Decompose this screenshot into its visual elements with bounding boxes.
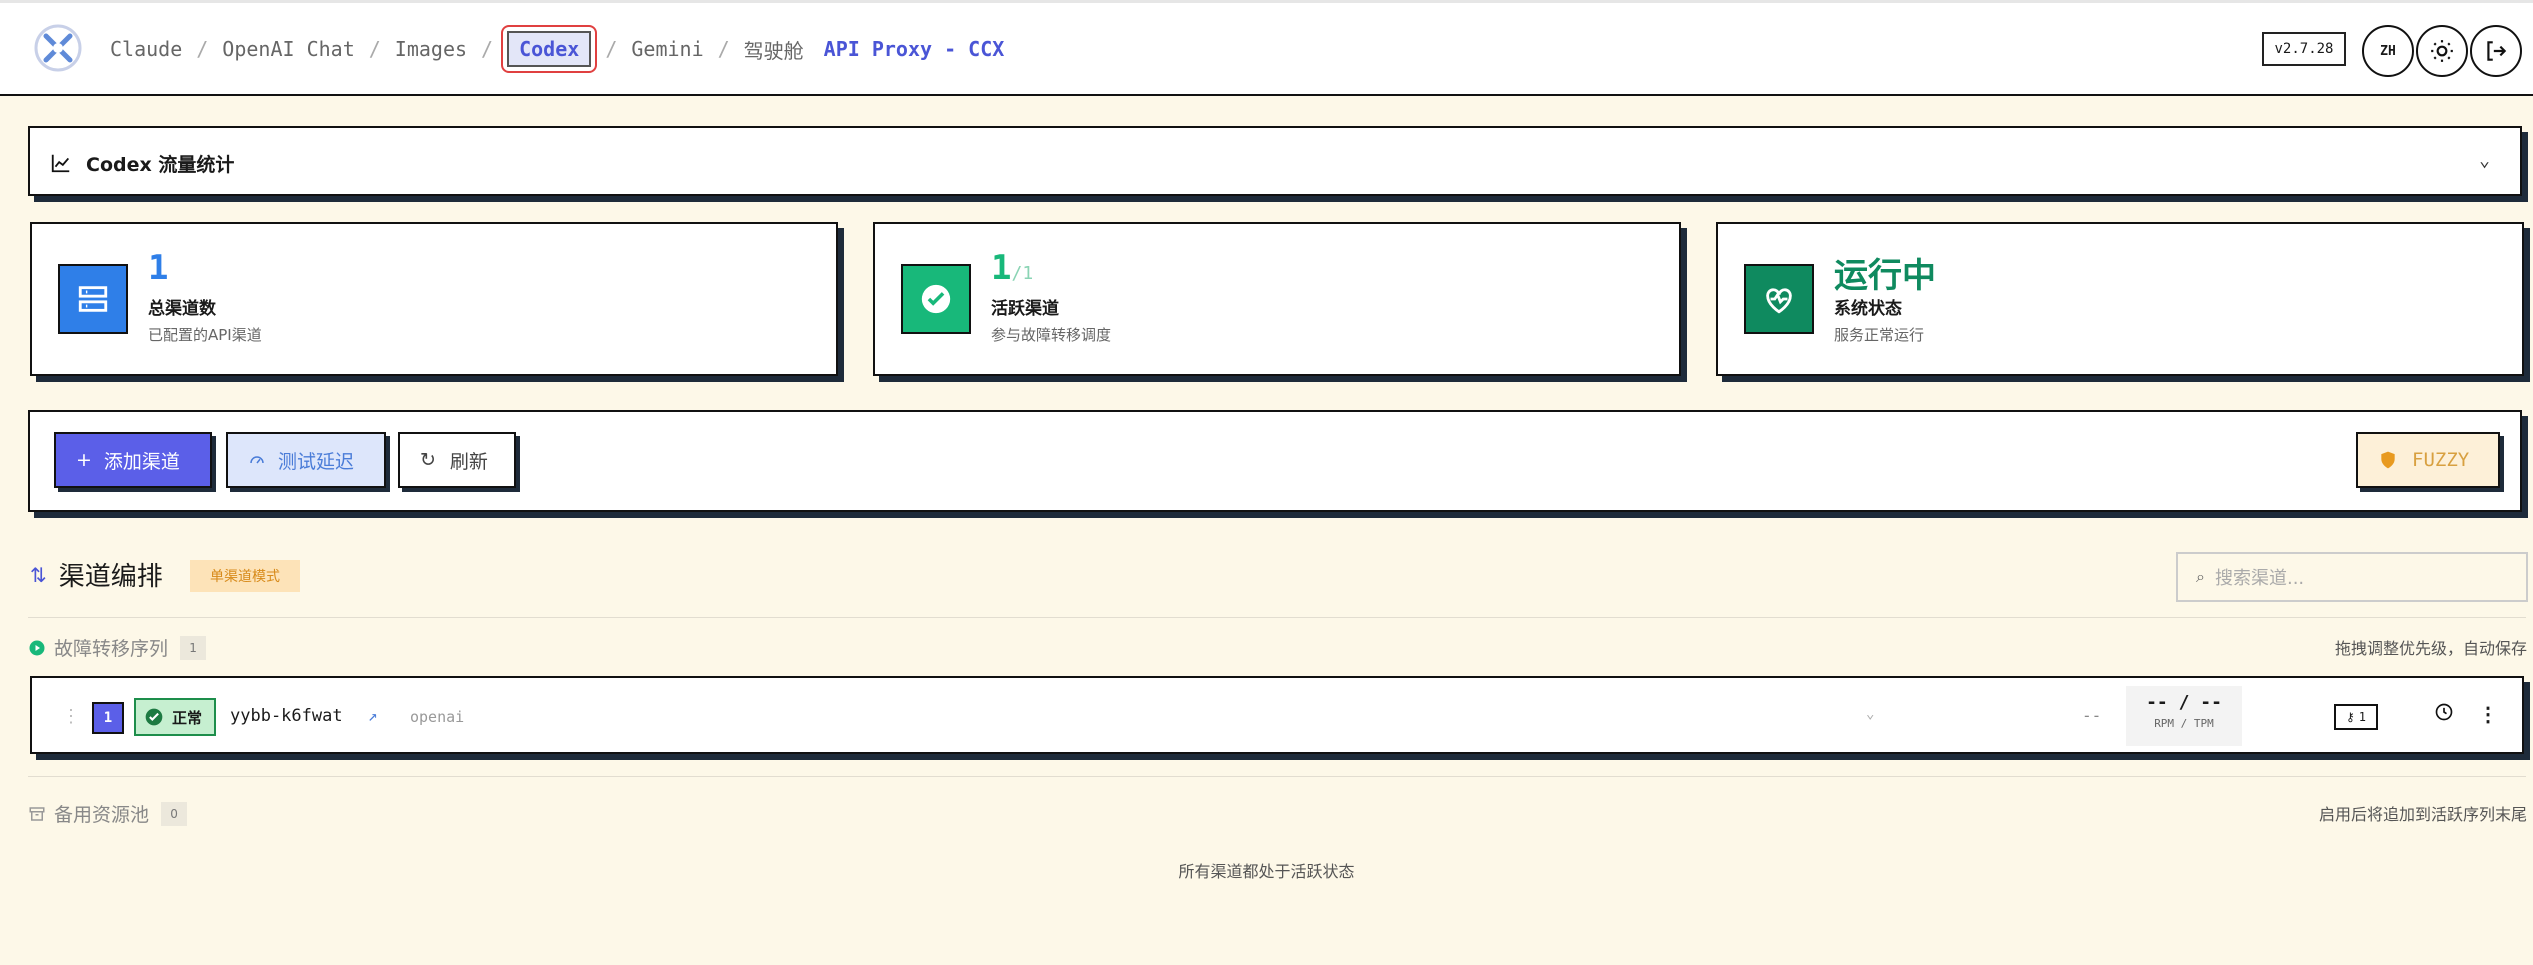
card-total-sub: 已配置的API渠道 [148, 326, 262, 344]
nav-openai-chat[interactable]: OpenAI Chat [222, 37, 354, 61]
divider [28, 776, 2526, 777]
archive-icon [29, 806, 45, 821]
app-logo[interactable] [32, 22, 84, 74]
failover-title: 故障转移序列 [54, 638, 169, 660]
gauge-icon [250, 456, 264, 464]
card-total-channels: 1 总渠道数 已配置的API渠道 [30, 222, 838, 376]
sun-icon [2431, 40, 2453, 62]
server-icon [58, 264, 128, 334]
nav-separator: / [481, 37, 494, 61]
key-icon: ⚷ [2345, 710, 2355, 724]
api-keys-badge[interactable]: ⚷ 1 [2334, 704, 2378, 730]
card-active-total: /1 [1011, 263, 1034, 284]
external-link-icon[interactable]: ↗ [368, 706, 378, 725]
fuzzy-mode-button[interactable]: FUZZY [2356, 432, 2500, 488]
failover-hint: 拖拽调整优先级，自动保存 [2334, 639, 2527, 658]
version-badge: v2.7.28 [2262, 32, 2346, 66]
shield-icon [2381, 451, 2395, 469]
history-icon[interactable] [2434, 702, 2454, 726]
status-text: 正常 [172, 708, 203, 727]
sort-arrows-icon: ⇅ [30, 562, 47, 587]
failover-heading: 故障转移序列 1 [28, 634, 207, 661]
backup-count: 0 [161, 801, 188, 826]
nav-images[interactable]: Images [395, 37, 467, 61]
search-placeholder: 搜索渠道... [2214, 568, 2305, 589]
fuzzy-label: FUZZY [2412, 449, 2470, 471]
traffic-stats-panel[interactable]: Codex 流量统计 ⌄ [28, 126, 2522, 196]
channel-row[interactable]: ⋮ 1 正常 yybb-k6fwat ↗ openai ⌄ -- -- / --… [30, 676, 2524, 754]
rate-value: -- / -- [2146, 692, 2222, 713]
language-toggle-button[interactable]: ZH [2362, 25, 2414, 77]
service-type: openai [410, 708, 465, 726]
latency-value: -- [2082, 706, 2102, 725]
mode-badge: 单渠道模式 [190, 560, 300, 592]
add-channel-label: 添加渠道 [103, 450, 180, 473]
section-heading: ⇅ 渠道编排 [30, 556, 163, 593]
refresh-icon: ↻ [420, 449, 436, 471]
nav-separator: / [605, 37, 618, 61]
channel-name[interactable]: yybb-k6fwat [230, 706, 343, 726]
nav-separator: / [196, 37, 209, 61]
test-latency-button[interactable]: 测试延迟 [226, 432, 386, 488]
traffic-stats-label: Codex 流量统计 [86, 154, 235, 176]
play-circle-icon [29, 640, 45, 655]
card-active-value: 1/1 [991, 248, 1033, 288]
divider [28, 617, 2526, 618]
theme-toggle-button[interactable] [2416, 25, 2468, 77]
heartbeat-icon [1744, 264, 1814, 334]
refresh-label: 刷新 [449, 450, 488, 473]
card-total-value: 1 [148, 248, 169, 288]
rate-metrics: -- / -- RPM / TPM [2126, 686, 2242, 746]
card-status-label: 系统状态 [1834, 299, 1902, 319]
logout-button[interactable] [2470, 25, 2522, 77]
add-channel-button[interactable]: + 添加渠道 [54, 432, 212, 488]
failover-count: 1 [180, 635, 207, 660]
nav-codex[interactable]: Codex [507, 31, 592, 67]
check-circle-icon [145, 708, 163, 726]
chevron-down-icon[interactable]: ⌄ [1866, 706, 1874, 722]
card-active-label: 活跃渠道 [991, 299, 1059, 319]
rate-label: RPM / TPM [2154, 717, 2214, 730]
search-input[interactable]: ⌕ 搜索渠道... [2176, 552, 2528, 602]
test-latency-label: 测试延迟 [278, 450, 355, 473]
backup-hint: 启用后将追加到活跃序列末尾 [2318, 805, 2527, 824]
more-menu-icon[interactable]: ⋮ [2478, 702, 2498, 726]
card-active-count: 1 [991, 248, 1012, 288]
app-title: API Proxy - CCX [823, 37, 1005, 61]
nav-separator: / [717, 37, 730, 61]
backup-heading: 备用资源池 0 [28, 800, 188, 827]
card-total-label: 总渠道数 [148, 299, 216, 319]
chevron-down-icon[interactable]: ⌄ [2479, 150, 2490, 171]
backup-title: 备用资源池 [54, 804, 150, 826]
section-title: 渠道编排 [58, 562, 163, 592]
nav-gemini[interactable]: Gemini [631, 37, 703, 61]
status-badge: 正常 [134, 698, 217, 736]
nav-separator: / [368, 37, 381, 61]
empty-state-text: 所有渠道都处于活跃状态 [1178, 862, 1355, 881]
card-active-channels: 1/1 活跃渠道 参与故障转移调度 [873, 222, 1681, 376]
nav-codex-highlight: Codex [501, 25, 598, 73]
api-keys-count: 1 [2358, 710, 2367, 724]
card-status-value: 运行中 [1834, 256, 1936, 296]
breadcrumb-nav: Claude / OpenAI Chat / Images / Codex / … [110, 25, 1005, 73]
card-status-sub: 服务正常运行 [1834, 326, 1925, 344]
logout-icon [2487, 41, 2507, 61]
chart-icon [51, 154, 70, 173]
search-icon: ⌕ [2196, 567, 2205, 586]
drag-handle-icon[interactable]: ⋮ [62, 706, 80, 727]
nav-cockpit[interactable]: 驾驶舱 [744, 35, 804, 64]
card-active-sub: 参与故障转移调度 [991, 326, 1112, 344]
plus-icon: + [76, 449, 92, 471]
refresh-button[interactable]: ↻ 刷新 [398, 432, 516, 488]
nav-claude[interactable]: Claude [110, 37, 182, 61]
card-system-status: 运行中 系统状态 服务正常运行 [1716, 222, 2524, 376]
channel-priority: 1 [92, 702, 124, 734]
action-toolbar: + 添加渠道 测试延迟 ↻ 刷新 FUZZY [28, 410, 2522, 512]
check-circle-icon [901, 264, 971, 334]
